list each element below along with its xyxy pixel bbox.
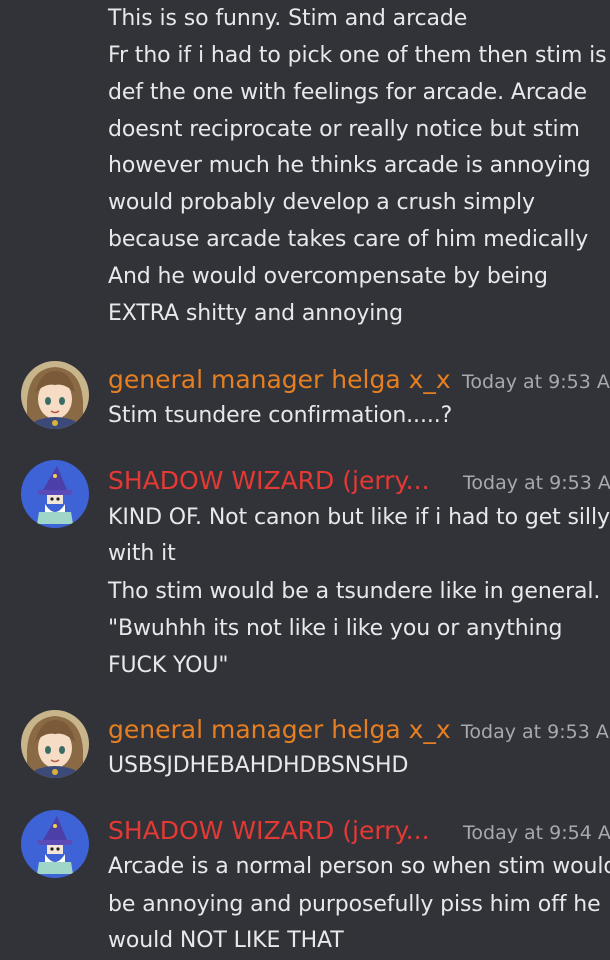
message-line: Stim tsundere confirmation.....? [108,403,453,428]
message-line: would NOT LIKE THAT [108,928,344,953]
message-line: This is so funny. Stim and arcade [108,6,468,31]
message-line: USBSJDHEBAHDHDBSNSHD [108,753,409,778]
message-line: And he would overcompensate by being [108,264,548,289]
message-line: Arcade is a normal person so when stim w… [108,854,610,879]
user-avatar[interactable] [21,460,89,528]
message-line: however much he thinks arcade is annoyin… [108,153,591,178]
wizard-avatar-icon [21,810,89,878]
message-line: Fr tho if i had to pick one of them then… [108,43,607,68]
anime-girl-avatar-icon [21,361,89,429]
message-line: with it [108,541,176,566]
message-timestamp: Today at 9:53 AM [463,472,610,494]
user-avatar[interactable] [21,710,89,778]
message-author[interactable]: SHADOW WIZARD (jerry... [108,466,430,496]
message-author[interactable]: general manager helga x_x [108,715,451,745]
message-line: "Bwuhhh its not like i like you or anyth… [108,616,563,641]
message-timestamp: Today at 9:54 AM [463,822,610,844]
message-line: be annoying and purposefully piss him of… [108,892,601,917]
anime-girl-avatar-icon [21,710,89,778]
message-line: EXTRA shitty and annoying [108,301,403,326]
message-author[interactable]: SHADOW WIZARD (jerry... [108,816,430,846]
message-line: because arcade takes care of him medical… [108,227,589,252]
user-avatar[interactable] [21,361,89,429]
message-line: FUCK YOU" [108,653,229,678]
wizard-avatar-icon [21,460,89,528]
message-author[interactable]: general manager helga x_x [108,365,451,395]
message-line: def the one with feelings for arcade. Ar… [108,80,587,105]
message-line: Tho stim would be a tsundere like in gen… [108,579,601,604]
message-line: would probably develop a crush simply [108,190,535,215]
message-timestamp: Today at 9:53 AM [461,721,610,743]
message-line: KIND OF. Not canon but like if i had to … [108,505,610,530]
message-line: doesnt reciprocate or really notice but … [108,117,580,142]
message-timestamp: Today at 9:53 AM [462,371,610,393]
user-avatar[interactable] [21,810,89,878]
chat-message-list: This is so funny. Stim and arcade Fr tho… [0,0,610,960]
